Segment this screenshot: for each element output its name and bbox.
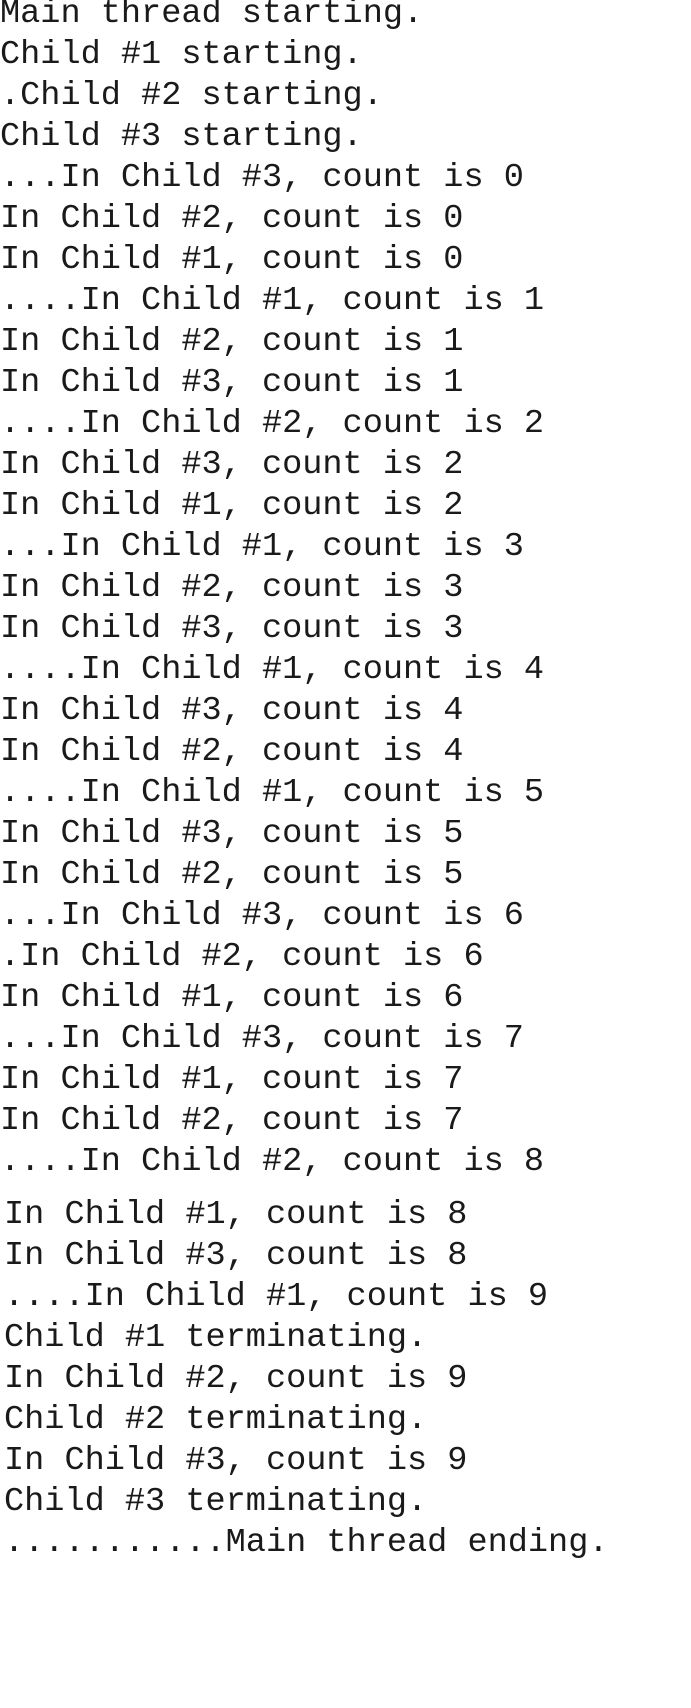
console-line: ....In Child #2, count is 2 xyxy=(0,405,545,443)
console-line: ....In Child #1, count is 9 xyxy=(4,1278,549,1316)
console-line: ....In Child #1, count is 5 xyxy=(0,774,545,812)
console-line: ....In Child #1, count is 1 xyxy=(0,282,545,320)
console-line: ...In Child #3, count is 0 xyxy=(0,159,524,197)
console-line: In Child #1, count is 8 xyxy=(4,1196,468,1234)
console-line: In Child #3, count is 4 xyxy=(0,692,464,730)
console-line: Child #1 terminating. xyxy=(4,1319,428,1357)
console-line: In Child #2, count is 4 xyxy=(0,733,464,771)
console-line: Child #3 terminating. xyxy=(4,1483,428,1521)
console-line: In Child #3, count is 8 xyxy=(4,1237,468,1275)
console-line: In Child #1, count is 2 xyxy=(0,487,464,525)
console-line: In Child #3, count is 5 xyxy=(0,815,464,853)
console-line: In Child #3, count is 2 xyxy=(0,446,464,484)
console-line: In Child #2, count is 9 xyxy=(4,1360,468,1398)
console-line: In Child #2, count is 5 xyxy=(0,856,464,894)
console-line: In Child #1, count is 6 xyxy=(0,979,464,1017)
console-line: In Child #3, count is 1 xyxy=(0,364,464,402)
console-line: ....In Child #2, count is 8 xyxy=(0,1143,545,1181)
console-line: In Child #2, count is 0 xyxy=(0,200,464,238)
console-line: Child #3 starting. xyxy=(0,118,363,156)
console-output: Main thread starting. Child #1 starting.… xyxy=(0,0,691,1708)
console-line: In Child #2, count is 1 xyxy=(0,323,464,361)
console-line: ...In Child #3, count is 6 xyxy=(0,897,524,935)
console-line: In Child #3, count is 3 xyxy=(0,610,464,648)
console-line: In Child #2, count is 3 xyxy=(0,569,464,607)
console-line: In Child #2, count is 7 xyxy=(0,1102,464,1140)
console-line: .In Child #2, count is 6 xyxy=(0,938,484,976)
console-line: In Child #1, count is 7 xyxy=(0,1061,464,1099)
console-line: Child #2 terminating. xyxy=(4,1401,428,1439)
console-line: .Child #2 starting. xyxy=(0,77,383,115)
console-line: Main thread starting. xyxy=(0,0,424,33)
console-line: ...In Child #3, count is 7 xyxy=(0,1020,524,1058)
console-line: ...........Main thread ending. xyxy=(4,1524,609,1562)
console-line: ...In Child #1, count is 3 xyxy=(0,528,524,566)
console-line: In Child #1, count is 0 xyxy=(0,241,464,279)
console-line: Child #1 starting. xyxy=(0,36,363,74)
console-line: ....In Child #1, count is 4 xyxy=(0,651,545,689)
console-line: In Child #3, count is 9 xyxy=(4,1442,468,1480)
